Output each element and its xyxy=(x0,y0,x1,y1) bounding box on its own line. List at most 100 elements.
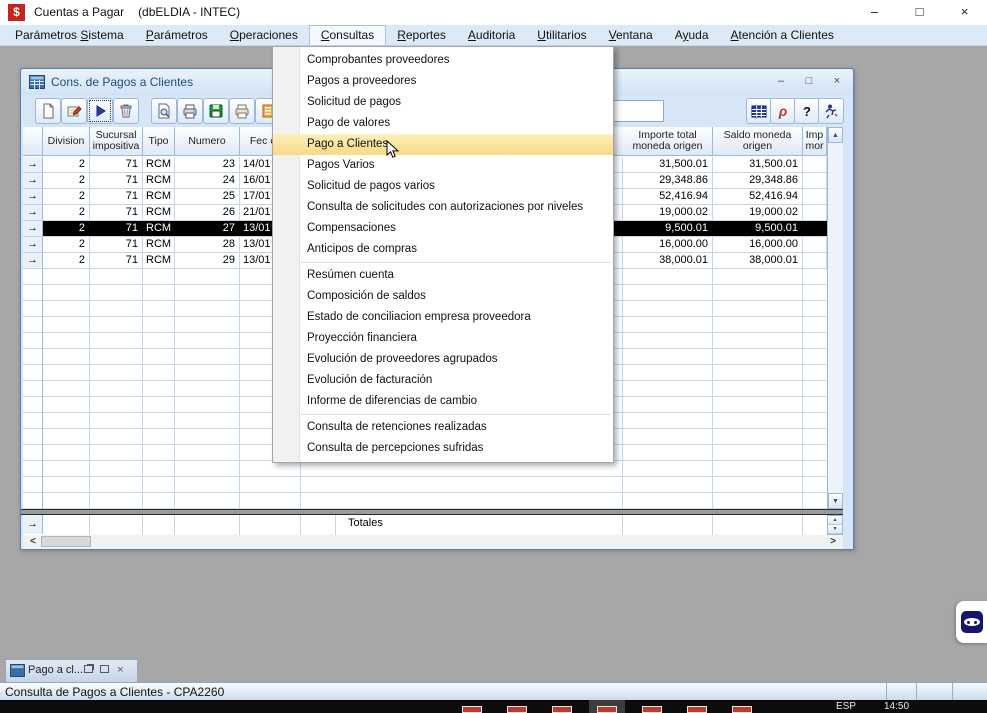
menu-item-evolucion-proveedores[interactable]: Evolución de proveedores agrupados xyxy=(273,349,613,370)
cell-saldo[interactable]: 19,000.02 xyxy=(713,205,803,220)
menu-item-evolucion-facturacion[interactable]: Evolución de facturación xyxy=(273,370,613,391)
print-grid-button[interactable] xyxy=(229,98,255,124)
menu-item-solicitud-de-pagos[interactable]: Solicitud de pagos xyxy=(273,92,613,113)
cell-saldo[interactable]: 29,348.86 xyxy=(713,173,803,188)
grid-header[interactable]: Tipo xyxy=(143,127,175,156)
cell-imp-mor[interactable] xyxy=(803,173,827,188)
menu-item-pago-a-clientes[interactable]: Pago a Clientes xyxy=(273,134,613,155)
cell-saldo[interactable]: 16,000.00 xyxy=(713,237,803,252)
help-button[interactable]: ? xyxy=(794,98,820,124)
cell-importe[interactable]: 19,000.02 xyxy=(623,205,713,220)
maximize-button[interactable]: □ xyxy=(897,0,942,25)
cell-saldo[interactable]: 9,500.01 xyxy=(713,221,803,236)
cell-importe[interactable]: 31,500.01 xyxy=(623,157,713,172)
taskbar-icon[interactable] xyxy=(597,706,617,713)
cell-division[interactable]: 2 xyxy=(43,205,90,220)
cell-tipo[interactable]: RCM xyxy=(143,237,175,252)
cell-importe[interactable]: 38,000.01 xyxy=(623,253,713,268)
cell-tipo[interactable]: RCM xyxy=(143,189,175,204)
cell-sucursal[interactable]: 71 xyxy=(90,221,143,236)
cell-saldo[interactable]: 52,416.94 xyxy=(713,189,803,204)
menu-item-consulta-percepciones[interactable]: Consulta de percepciones sufridas xyxy=(273,438,613,459)
taskbar-language[interactable]: ESP xyxy=(836,701,856,712)
cell-imp-mor[interactable] xyxy=(803,237,827,252)
cell-numero[interactable]: 25 xyxy=(175,189,240,204)
cell-imp-mor[interactable] xyxy=(803,221,827,236)
cell-numero[interactable]: 29 xyxy=(175,253,240,268)
cell-imp-mor[interactable] xyxy=(803,205,827,220)
cell-imp-mor[interactable] xyxy=(803,253,827,268)
cell-imp-mor[interactable] xyxy=(803,189,827,204)
scroll-up-icon[interactable]: ▲ xyxy=(828,127,843,143)
minimize-button[interactable]: – xyxy=(852,0,897,25)
cell-sucursal[interactable]: 71 xyxy=(90,157,143,172)
cell-division[interactable]: 2 xyxy=(43,189,90,204)
horizontal-scrollbar[interactable]: < > xyxy=(23,535,843,549)
cell-importe[interactable]: 16,000.00 xyxy=(623,237,713,252)
cell-sucursal[interactable]: 71 xyxy=(90,253,143,268)
minimized-window-pago-a-clientes[interactable]: Pago a cl... × xyxy=(5,659,138,683)
grid-header[interactable]: Numero xyxy=(175,127,240,156)
cell-numero[interactable]: 28 xyxy=(175,237,240,252)
menu-item-informe-diferencias-cambio[interactable]: Informe de diferencias de cambio xyxy=(273,391,613,412)
menu-item-anticipos-de-compras[interactable]: Anticipos de compras xyxy=(273,239,613,260)
menu-item-compensaciones[interactable]: Compensaciones xyxy=(273,218,613,239)
menu-item-estado-conciliacion[interactable]: Estado de conciliacion empresa proveedor… xyxy=(273,307,613,328)
menu-item-resumen-cuenta[interactable]: Resúmen cuenta xyxy=(273,265,613,286)
save-button[interactable] xyxy=(203,98,229,124)
teamviewer-side-tab[interactable] xyxy=(956,601,987,643)
cell-saldo[interactable]: 31,500.01 xyxy=(713,157,803,172)
menubar-item-utilitarios[interactable]: Utilitarios xyxy=(526,25,597,45)
close-icon[interactable]: × xyxy=(114,664,127,677)
grid-view-button[interactable] xyxy=(746,98,772,124)
menubar-item-operaciones[interactable]: Operaciones xyxy=(219,25,309,45)
cell-numero[interactable]: 26 xyxy=(175,205,240,220)
vertical-scrollbar[interactable]: ▲ ▼ xyxy=(827,127,843,509)
menubar-item-reportes[interactable]: Reportes xyxy=(386,25,457,45)
edit-record-button[interactable] xyxy=(61,98,87,124)
scroll-right-icon[interactable]: > xyxy=(825,535,841,548)
cell-imp-mor[interactable] xyxy=(803,157,827,172)
menubar-item-parametros-sistema[interactable]: Parámetros Sistema xyxy=(4,25,135,45)
cell-sucursal[interactable]: 71 xyxy=(90,237,143,252)
cell-sucursal[interactable]: 71 xyxy=(90,205,143,220)
cell-tipo[interactable]: RCM xyxy=(143,253,175,268)
menu-item-composicion-de-saldos[interactable]: Composición de saldos xyxy=(273,286,613,307)
menu-item-consulta-retenciones[interactable]: Consulta de retenciones realizadas xyxy=(273,417,613,438)
menu-item-consulta-solicitudes-autorizaciones[interactable]: Consulta de solicitudes con autorizacion… xyxy=(273,197,613,218)
mdi-maximize-button[interactable]: □ xyxy=(799,73,819,90)
grid-header[interactable]: Importe total moneda origen xyxy=(623,127,713,156)
cell-importe[interactable]: 52,416.94 xyxy=(623,189,713,204)
print-button[interactable] xyxy=(177,98,203,124)
taskbar-clock[interactable]: 14:50 xyxy=(884,701,909,712)
taskbar-icon[interactable] xyxy=(687,706,707,713)
cell-tipo[interactable]: RCM xyxy=(143,173,175,188)
menubar-item-auditoria[interactable]: Auditoria xyxy=(457,25,526,45)
exit-button[interactable] xyxy=(818,98,844,124)
taskbar-icon[interactable] xyxy=(462,706,482,713)
menu-item-pago-de-valores[interactable]: Pago de valores xyxy=(273,113,613,134)
cell-numero[interactable]: 27 xyxy=(175,221,240,236)
close-button[interactable]: × xyxy=(942,0,987,25)
menubar-item-ayuda[interactable]: Ayuda xyxy=(664,25,720,45)
menu-item-proyeccion-financiera[interactable]: Proyección financiera xyxy=(273,328,613,349)
cell-division[interactable]: 2 xyxy=(43,173,90,188)
taskbar-icon[interactable] xyxy=(642,706,662,713)
spinner-up-icon[interactable]: ▲ xyxy=(828,516,842,525)
grid-header[interactable]: Saldo moneda origen xyxy=(713,127,803,156)
cell-numero[interactable]: 24 xyxy=(175,173,240,188)
cell-sucursal[interactable]: 71 xyxy=(90,189,143,204)
cell-division[interactable]: 2 xyxy=(43,253,90,268)
totals-spinner[interactable]: ▲ ▼ xyxy=(827,515,843,535)
cell-sucursal[interactable]: 71 xyxy=(90,173,143,188)
grid-header[interactable]: Imp mor xyxy=(803,127,827,156)
cell-tipo[interactable]: RCM xyxy=(143,221,175,236)
spinner-down-icon[interactable]: ▼ xyxy=(828,525,842,534)
rho-button[interactable]: ρ xyxy=(770,98,796,124)
menubar-item-consultas[interactable]: Consultas xyxy=(309,25,386,45)
menubar-item-ventana[interactable]: Ventana xyxy=(598,25,664,45)
cell-importe[interactable]: 9,500.01 xyxy=(623,221,713,236)
cell-numero[interactable]: 23 xyxy=(175,157,240,172)
delete-record-button[interactable] xyxy=(113,98,139,124)
mdi-minimize-button[interactable]: – xyxy=(771,73,791,90)
